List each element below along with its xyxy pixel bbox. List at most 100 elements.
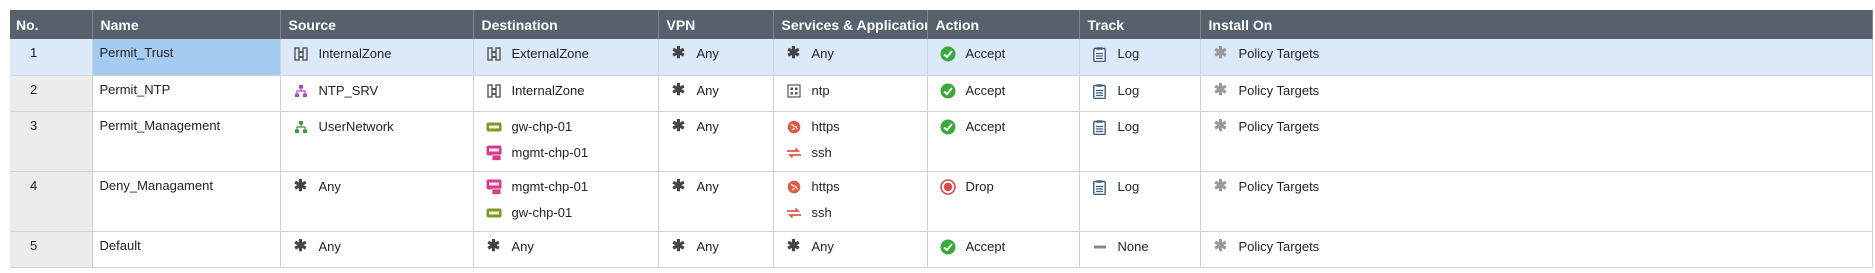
cell-track[interactable]: None — [1079, 231, 1201, 268]
cell-object[interactable]: ✱ Any — [293, 238, 465, 256]
cell-object[interactable]: Drop — [939, 178, 1071, 196]
cell-object[interactable]: mgmt-chp-01 — [486, 144, 650, 162]
cell-track[interactable]: Log — [1079, 171, 1201, 232]
rule-name[interactable]: Default — [92, 231, 281, 268]
cell-destination[interactable]: mgmt-chp-01 gw-chp-01 — [473, 171, 659, 232]
cell-source[interactable]: UserNetwork — [280, 111, 474, 172]
header-action[interactable]: Action — [927, 10, 1080, 39]
cell-object[interactable]: ssh — [786, 204, 919, 222]
rule-number[interactable]: 3 — [10, 111, 93, 172]
cell-object[interactable]: Log — [1092, 45, 1192, 63]
cell-destination[interactable]: gw-chp-01 mgmt-chp-01 — [473, 111, 659, 172]
rule-row[interactable]: 4 Deny_Managament ✱ Any mgmt-chp-01 gw-chp-01… — [10, 171, 1873, 232]
cell-object[interactable]: Log — [1092, 178, 1192, 196]
cell-object[interactable]: NTP_SRV — [293, 82, 465, 100]
cell-object[interactable]: None — [1092, 238, 1192, 256]
header-services[interactable]: Services & Applications — [773, 10, 928, 39]
header-no[interactable]: No. — [10, 10, 93, 39]
cell-object[interactable]: ✱ Any — [671, 118, 765, 136]
header-install-on[interactable]: Install On — [1200, 10, 1873, 39]
cell-object[interactable]: mgmt-chp-01 — [486, 178, 650, 196]
cell-object[interactable]: gw-chp-01 — [486, 204, 650, 222]
cell-object[interactable]: gw-chp-01 — [486, 118, 650, 136]
cell-action[interactable]: Accept — [927, 75, 1080, 112]
cell-object[interactable]: ✱ Policy Targets — [1213, 45, 1864, 63]
cell-object[interactable]: ✱ Any — [671, 45, 765, 63]
cell-object[interactable]: ✱ Any — [671, 178, 765, 196]
header-source[interactable]: Source — [280, 10, 474, 39]
cell-services[interactable]: ✱ Any — [773, 231, 928, 268]
cell-object[interactable]: Accept — [940, 238, 1071, 256]
cell-install-on[interactable]: ✱ Policy Targets — [1200, 75, 1873, 112]
cell-vpn[interactable]: ✱ Any — [658, 39, 774, 76]
cell-track[interactable]: Log — [1079, 39, 1201, 76]
rule-number[interactable]: 1 — [10, 39, 93, 76]
cell-install-on[interactable]: ✱ Policy Targets — [1200, 111, 1873, 172]
cell-destination[interactable]: InternalZone — [473, 75, 659, 112]
cell-track[interactable]: Log — [1079, 111, 1201, 172]
cell-object[interactable]: ✱ Policy Targets — [1213, 118, 1864, 136]
cell-object[interactable]: Log — [1092, 118, 1192, 136]
rule-number[interactable]: 5 — [10, 231, 93, 268]
cell-object[interactable]: InternalZone — [486, 82, 650, 100]
cell-object[interactable]: https — [786, 118, 919, 136]
cell-source[interactable]: ✱ Any — [280, 171, 474, 232]
cell-source[interactable]: ✱ Any — [280, 231, 474, 268]
cell-vpn[interactable]: ✱ Any — [658, 171, 774, 232]
cell-vpn[interactable]: ✱ Any — [658, 111, 774, 172]
cell-object[interactable]: ✱ Any — [671, 238, 765, 256]
rule-row[interactable]: 5 Default ✱ Any ✱ Any ✱ Any ✱ Any Accept None ✱ Polic… — [10, 231, 1873, 268]
cell-object[interactable]: Accept — [940, 118, 1071, 136]
cell-object[interactable]: ✱ Any — [786, 45, 919, 63]
cell-object[interactable]: ✱ Policy Targets — [1213, 82, 1864, 100]
cell-vpn[interactable]: ✱ Any — [658, 231, 774, 268]
rule-row[interactable]: 3 Permit_Management UserNetwork gw-chp-01 mg… — [10, 111, 1873, 172]
cell-object[interactable]: ssh — [786, 144, 919, 162]
cell-object[interactable]: UserNetwork — [293, 118, 465, 136]
cell-destination[interactable]: ✱ Any — [473, 231, 659, 268]
cell-object[interactable]: ✱ Any — [671, 82, 765, 100]
rule-name[interactable]: Permit_Management — [92, 111, 281, 172]
any-icon: ✱ — [293, 178, 308, 195]
rule-name[interactable]: Permit_NTP — [92, 75, 281, 112]
rule-name[interactable]: Permit_Trust — [92, 39, 281, 76]
cell-services[interactable]: ntp — [773, 75, 928, 112]
header-name[interactable]: Name — [92, 10, 281, 39]
policy-targets-icon: ✱ — [1213, 82, 1228, 99]
cell-vpn[interactable]: ✱ Any — [658, 75, 774, 112]
cell-action[interactable]: Accept — [927, 39, 1080, 76]
header-track[interactable]: Track — [1079, 10, 1201, 39]
cell-source[interactable]: NTP_SRV — [280, 75, 474, 112]
cell-action[interactable]: Drop — [927, 171, 1080, 232]
cell-object[interactable]: InternalZone — [293, 45, 465, 63]
rule-name[interactable]: Deny_Managament — [92, 171, 281, 232]
cell-action[interactable]: Accept — [927, 231, 1080, 268]
rule-row[interactable]: 2 Permit_NTP NTP_SRV InternalZone ✱ Any ntp Acc… — [10, 75, 1873, 112]
header-vpn[interactable]: VPN — [658, 10, 774, 39]
cell-object[interactable]: ntp — [786, 82, 919, 100]
cell-services[interactable]: https ssh — [773, 111, 928, 172]
cell-object[interactable]: Log — [1092, 82, 1192, 100]
cell-install-on[interactable]: ✱ Policy Targets — [1200, 231, 1873, 268]
rule-number[interactable]: 2 — [10, 75, 93, 112]
cell-object[interactable]: Accept — [940, 82, 1071, 100]
cell-action[interactable]: Accept — [927, 111, 1080, 172]
cell-install-on[interactable]: ✱ Policy Targets — [1200, 39, 1873, 76]
cell-object[interactable]: https — [786, 178, 919, 196]
cell-object[interactable]: ✱ Policy Targets — [1213, 178, 1864, 196]
cell-track[interactable]: Log — [1079, 75, 1201, 112]
cell-source[interactable]: InternalZone — [280, 39, 474, 76]
cell-object[interactable]: ✱ Any — [293, 178, 465, 196]
cell-object[interactable]: ExternalZone — [486, 45, 650, 63]
cell-services[interactable]: ✱ Any — [773, 39, 928, 76]
rule-row[interactable]: 1 Permit_Trust InternalZone ExternalZone ✱ An… — [10, 39, 1873, 76]
header-destination[interactable]: Destination — [473, 10, 659, 39]
rule-number[interactable]: 4 — [10, 171, 93, 232]
cell-object[interactable]: ✱ Any — [486, 238, 650, 256]
cell-services[interactable]: https ssh — [773, 171, 928, 232]
cell-object[interactable]: ✱ Policy Targets — [1213, 238, 1864, 256]
cell-destination[interactable]: ExternalZone — [473, 39, 659, 76]
cell-object[interactable]: ✱ Any — [786, 238, 919, 256]
cell-install-on[interactable]: ✱ Policy Targets — [1200, 171, 1873, 232]
cell-object[interactable]: Accept — [940, 45, 1071, 63]
